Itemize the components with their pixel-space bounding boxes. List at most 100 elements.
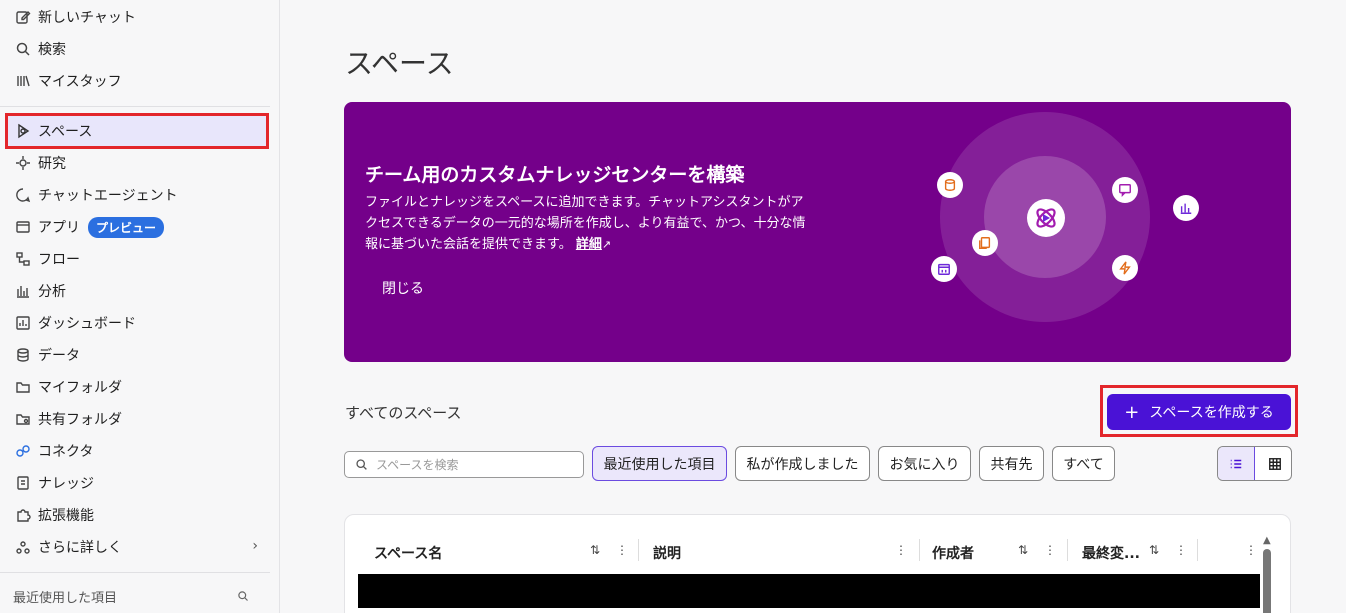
column-divider bbox=[919, 539, 920, 561]
sidebar-item-new-chat[interactable]: 新しいチャット bbox=[8, 2, 266, 32]
sidebar-item-extensions[interactable]: 拡張機能 bbox=[8, 500, 266, 530]
sidebar-divider bbox=[0, 572, 270, 573]
search-icon bbox=[356, 459, 367, 470]
details-link[interactable]: 詳細 bbox=[576, 237, 602, 252]
sidebar-divider bbox=[0, 106, 270, 107]
sidebar-item-apps[interactable]: アプリ プレビュー bbox=[8, 212, 266, 242]
scroll-up-icon[interactable]: ▲ bbox=[1263, 535, 1271, 546]
grid-icon bbox=[1268, 457, 1281, 470]
column-header-name[interactable]: スペース名 bbox=[374, 543, 442, 563]
sidebar-item-my-stuff[interactable]: マイスタッフ bbox=[8, 66, 266, 96]
agent-icon bbox=[14, 186, 32, 204]
research-icon bbox=[14, 154, 32, 172]
sidebar-item-flow[interactable]: フロー bbox=[8, 244, 266, 274]
column-menu-icon[interactable]: ⋮ bbox=[1044, 543, 1056, 557]
sidebar-item-label: アプリ bbox=[38, 220, 80, 236]
page-title: スペース bbox=[345, 47, 454, 80]
close-banner-button[interactable]: 閉じる bbox=[368, 274, 438, 302]
sidebar-item-label: マイフォルダ bbox=[38, 380, 122, 396]
scrollbar[interactable] bbox=[1263, 549, 1271, 613]
more-icon bbox=[14, 538, 32, 556]
table-row[interactable] bbox=[358, 574, 1260, 608]
sidebar-item-search[interactable]: 検索 bbox=[8, 34, 266, 64]
info-banner: チーム用のカスタムナレッジセンターを構築 ファイルとナレッジをスペースに追加でき… bbox=[344, 102, 1291, 362]
column-divider bbox=[1197, 539, 1198, 561]
preview-badge: プレビュー bbox=[88, 216, 165, 238]
sidebar-item-label: 検索 bbox=[38, 42, 66, 58]
knowledge-icon bbox=[14, 474, 32, 492]
sidebar-item-label: 拡張機能 bbox=[38, 508, 94, 524]
column-header-description[interactable]: 説明 bbox=[653, 543, 681, 563]
column-divider bbox=[638, 539, 639, 561]
sidebar-item-my-folder[interactable]: マイフォルダ bbox=[8, 372, 266, 402]
sort-icon[interactable]: ⇅ bbox=[1149, 543, 1159, 557]
library-icon bbox=[14, 72, 32, 90]
sidebar-item-chat-agent[interactable]: チャットエージェント bbox=[8, 180, 266, 210]
sidebar-item-more[interactable]: さらに詳しく › bbox=[8, 532, 266, 562]
grid-view-button[interactable] bbox=[1256, 447, 1291, 480]
sidebar-item-shared-folder[interactable]: 共有フォルダ bbox=[8, 404, 266, 434]
create-space-button[interactable]: + スペースを作成する bbox=[1107, 394, 1291, 430]
section-title: すべてのスペース bbox=[345, 404, 462, 422]
search-icon[interactable] bbox=[237, 590, 249, 602]
sidebar-item-label: さらに詳しく bbox=[38, 540, 122, 556]
sidebar-item-label: フロー bbox=[38, 252, 80, 268]
sidebar-item-label: 共有フォルダ bbox=[38, 412, 122, 428]
column-menu-icon[interactable]: ⋮ bbox=[616, 543, 628, 557]
space-icon bbox=[14, 122, 32, 140]
connector-icon bbox=[14, 442, 32, 460]
sidebar-item-label: 研究 bbox=[38, 156, 66, 172]
list-icon bbox=[1230, 459, 1242, 468]
dashboard-icon bbox=[14, 314, 32, 332]
sidebar-item-data[interactable]: データ bbox=[8, 340, 266, 370]
sidebar-item-dashboard[interactable]: ダッシュボード bbox=[8, 308, 266, 338]
sidebar-item-label: データ bbox=[38, 348, 80, 364]
sidebar-item-label: マイスタッフ bbox=[38, 74, 122, 90]
search-input[interactable] bbox=[376, 457, 566, 472]
search-icon bbox=[14, 40, 32, 58]
filter-created-by-me[interactable]: 私が作成しました bbox=[735, 446, 870, 481]
space-logo-icon bbox=[1027, 199, 1065, 237]
sidebar: 新しいチャット 検索 マイスタッフ スペース 研究 チャットエージェント アプリ… bbox=[0, 0, 280, 613]
sidebar-item-label: スペース bbox=[38, 124, 93, 140]
filter-shared[interactable]: 共有先 bbox=[979, 446, 1044, 481]
sidebar-item-label: 分析 bbox=[38, 284, 66, 300]
sort-icon[interactable]: ⇅ bbox=[1018, 543, 1028, 557]
column-menu-icon[interactable]: ⋮ bbox=[895, 543, 907, 557]
space-search[interactable] bbox=[344, 451, 584, 478]
sort-icon[interactable]: ⇅ bbox=[590, 543, 600, 557]
sidebar-item-research[interactable]: 研究 bbox=[8, 148, 266, 178]
recent-items-label: 最近使用した項目 bbox=[13, 591, 118, 606]
banner-title: チーム用のカスタムナレッジセンターを構築 bbox=[365, 164, 745, 186]
analytics-icon bbox=[14, 282, 32, 300]
database-icon bbox=[937, 172, 963, 198]
sidebar-item-connector[interactable]: コネクタ bbox=[8, 436, 266, 466]
filter-favorites[interactable]: お気に入り bbox=[878, 446, 971, 481]
database-icon bbox=[14, 346, 32, 364]
view-toggle bbox=[1217, 446, 1292, 481]
spaces-table: スペース名 ⇅ ⋮ 説明 ⋮ 作成者 ⇅ ⋮ 最終変... ⇅ ⋮ ⋮ ▲ bbox=[344, 514, 1291, 613]
shared-folder-icon bbox=[14, 410, 32, 428]
column-menu-icon[interactable]: ⋮ bbox=[1245, 543, 1257, 557]
puzzle-icon bbox=[14, 506, 32, 524]
column-menu-icon[interactable]: ⋮ bbox=[1175, 543, 1187, 557]
external-link-icon: ↗ bbox=[601, 238, 612, 251]
filter-all[interactable]: すべて bbox=[1052, 446, 1115, 481]
column-header-creator[interactable]: 作成者 bbox=[932, 543, 974, 563]
calendar-icon bbox=[931, 256, 957, 282]
sidebar-item-label: チャットエージェント bbox=[38, 188, 178, 204]
banner-description: ファイルとナレッジをスペースに追加できます。チャットアシスタントがアクセスできる… bbox=[365, 192, 815, 255]
lightning-icon bbox=[1112, 255, 1138, 281]
filter-recent[interactable]: 最近使用した項目 bbox=[592, 446, 727, 481]
plus-icon: + bbox=[1124, 401, 1140, 423]
sidebar-item-knowledge[interactable]: ナレッジ bbox=[8, 468, 266, 498]
column-header-last-modified[interactable]: 最終変... bbox=[1082, 543, 1140, 563]
sidebar-item-analytics[interactable]: 分析 bbox=[8, 276, 266, 306]
column-divider bbox=[1067, 539, 1068, 561]
sidebar-item-spaces[interactable]: スペース bbox=[5, 113, 269, 149]
chevron-right-icon: › bbox=[252, 538, 258, 554]
folder-icon bbox=[14, 378, 32, 396]
flow-icon bbox=[14, 250, 32, 268]
sidebar-item-label: コネクタ bbox=[38, 444, 94, 460]
list-view-button[interactable] bbox=[1218, 447, 1255, 480]
